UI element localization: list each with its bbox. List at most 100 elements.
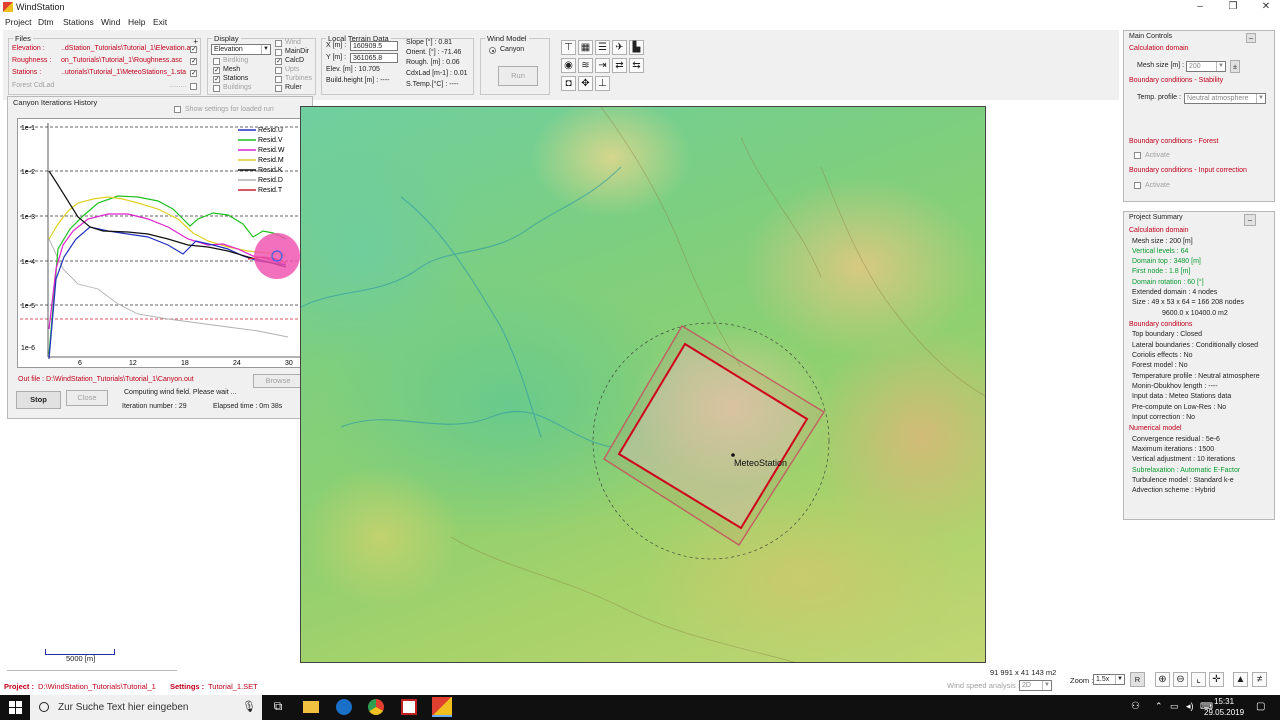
volume-icon[interactable]: ◂) [1186, 701, 1194, 712]
browser-icon[interactable] [336, 699, 352, 715]
zoom-out-icon[interactable]: ⊖ [1173, 672, 1188, 687]
restore-button[interactable]: ❐ [1223, 1, 1243, 13]
camera-icon[interactable]: ◘ [561, 76, 576, 91]
stations-path[interactable]: ..utorials\Tutorial_1\MeteoStations_1.st… [61, 69, 186, 76]
buildings-checkbox[interactable] [213, 85, 220, 92]
settings-label: Settings : [170, 682, 205, 691]
grid-icon[interactable]: ▦ [578, 40, 593, 55]
eye-icon[interactable]: ◉ [561, 58, 576, 73]
forest-label: Forest CdLad [12, 82, 55, 89]
close-button[interactable]: ✕ [1256, 1, 1276, 13]
pan-icon[interactable]: ✛ [1209, 672, 1224, 687]
maindir-checkbox[interactable] [275, 49, 282, 56]
summary-line: Coriolis effects : No [1132, 352, 1193, 359]
minimize-button[interactable]: – [1190, 1, 1210, 13]
elevation-path[interactable]: ..dStation_Tutorials\Tutorial_1\Elevatio… [61, 45, 197, 52]
clock-time[interactable]: 15:31 [1214, 697, 1234, 706]
windows-start-icon[interactable] [9, 701, 22, 714]
export-icon[interactable]: ⇥ [595, 58, 610, 73]
turbine-icon[interactable]: ✈ [612, 40, 627, 55]
canyon-radio[interactable] [489, 47, 496, 54]
summary-line: Input correction : No [1132, 413, 1196, 421]
meteo-station-marker[interactable] [731, 453, 735, 457]
legend-resid-k: Resid.K [258, 167, 283, 174]
task-view-icon[interactable]: ⧉ [270, 699, 286, 715]
wind-checkbox[interactable] [275, 40, 282, 47]
move-icon[interactable]: ✥ [578, 76, 593, 91]
notification-icon[interactable]: ▢ [1256, 701, 1265, 712]
list-icon[interactable]: ☰ [595, 40, 610, 55]
collapse-main-controls-button[interactable]: – [1246, 33, 1256, 43]
wind-icon[interactable]: ≠ [1252, 672, 1267, 687]
link-icon[interactable]: ⇄ [612, 58, 627, 73]
turbines-checkbox[interactable] [275, 76, 282, 83]
display-layer-select[interactable]: Elevation ▼ [211, 44, 271, 55]
stations-checkbox[interactable]: ✓ [190, 70, 197, 77]
menu-help[interactable]: Help [128, 17, 145, 27]
mesh-size-select[interactable]: 200 ▼ [1186, 61, 1226, 72]
menu-exit[interactable]: Exit [153, 17, 167, 27]
chart-icon[interactable]: ▙ [629, 40, 644, 55]
x-field[interactable]: 160909.5 [350, 41, 398, 51]
birdking-checkbox[interactable] [213, 58, 220, 65]
xtick-6: 6 [78, 360, 82, 367]
input-activate-checkbox[interactable] [1134, 182, 1141, 189]
cut-tool-icon[interactable]: ⊤ [561, 40, 576, 55]
menu-stations[interactable]: Stations [63, 17, 94, 27]
roughness-path[interactable]: on_Tutorials\Tutorial_1\Roughness.asc [61, 57, 182, 64]
zoom-in-icon[interactable]: ⊕ [1155, 672, 1170, 687]
menu-project[interactable]: Project [5, 17, 31, 27]
people-icon[interactable]: ⚇ [1131, 701, 1140, 712]
temp-profile-select[interactable]: Neutral atmosphere ▼ [1184, 93, 1266, 104]
reset-view-button[interactable]: R [1130, 672, 1145, 687]
building-height-readout: Build.height [m] : ---- [326, 77, 390, 84]
zoom-select[interactable]: 1.5x ▼ [1093, 674, 1125, 685]
close-history-button[interactable]: Close [66, 390, 108, 406]
menu-dtm[interactable]: Dtm [38, 17, 54, 27]
profile-icon[interactable]: ▲ [1233, 672, 1248, 687]
anchor-icon[interactable]: ⊥ [595, 76, 610, 91]
terrain-map[interactable]: MeteoStation [300, 106, 986, 663]
elevation-checkbox[interactable]: ✓ [190, 46, 197, 53]
microphone-icon[interactable]: 🎙 [242, 700, 256, 713]
calcd-checkbox[interactable]: ✓ [275, 58, 282, 65]
chevron-up-icon[interactable]: ⌃ [1155, 701, 1163, 712]
upts-checkbox[interactable] [275, 67, 282, 74]
wind-speed-select[interactable]: 2D ▼ [1019, 680, 1052, 691]
summary-line: First node : 1.8 [m] [1132, 268, 1191, 276]
mesh-checkbox[interactable]: ✓ [213, 67, 220, 74]
title-bar: WindStation – ❐ ✕ [0, 0, 1280, 15]
browse-button[interactable]: Browse [253, 374, 303, 388]
windstation-taskbar-icon[interactable] [432, 697, 452, 717]
menu-wind[interactable]: Wind [101, 17, 120, 27]
summary-section-header: Boundary conditions [1129, 320, 1193, 328]
show-settings-label: Show settings for loaded run [185, 106, 274, 113]
stop-button[interactable]: Stop [16, 391, 61, 409]
iteration-number: Iteration number : 29 [122, 403, 187, 410]
chrome-icon[interactable] [368, 699, 384, 715]
forest-path[interactable]: ......... [169, 82, 187, 89]
zoom-extent-icon[interactable]: ⌞ [1191, 672, 1206, 687]
roughness-checkbox[interactable]: ✓ [190, 58, 197, 65]
run-button[interactable]: Run [498, 66, 538, 86]
y-field[interactable]: 361065.8 [350, 53, 398, 63]
ruler-checkbox[interactable] [275, 85, 282, 92]
display-title: Display [212, 34, 241, 43]
forest-checkbox[interactable] [190, 83, 197, 90]
clock-date[interactable]: 29.05.2019 [1204, 708, 1244, 717]
taskbar-search[interactable]: Zur Suche Text hier eingeben 🎙 [30, 695, 262, 720]
file-explorer-icon[interactable] [303, 701, 319, 713]
layers-icon[interactable]: ≋ [578, 58, 593, 73]
main-controls-title: Main Controls [1129, 33, 1173, 40]
network-icon[interactable]: ▭ [1170, 701, 1179, 712]
unlink-icon[interactable]: ⇆ [629, 58, 644, 73]
mesh-size-stepper[interactable]: ± [1230, 60, 1240, 73]
mesh-label: Mesh [223, 66, 241, 73]
app-window-icon[interactable] [401, 699, 417, 715]
stations-display-checkbox[interactable]: ✓ [213, 76, 220, 83]
collapse-summary-button[interactable]: – [1244, 214, 1256, 226]
roughness-label: Roughness : [12, 57, 52, 64]
forest-activate-checkbox[interactable] [1134, 152, 1141, 159]
show-settings-checkbox[interactable] [174, 106, 181, 113]
chevron-down-icon: ▼ [261, 45, 270, 54]
